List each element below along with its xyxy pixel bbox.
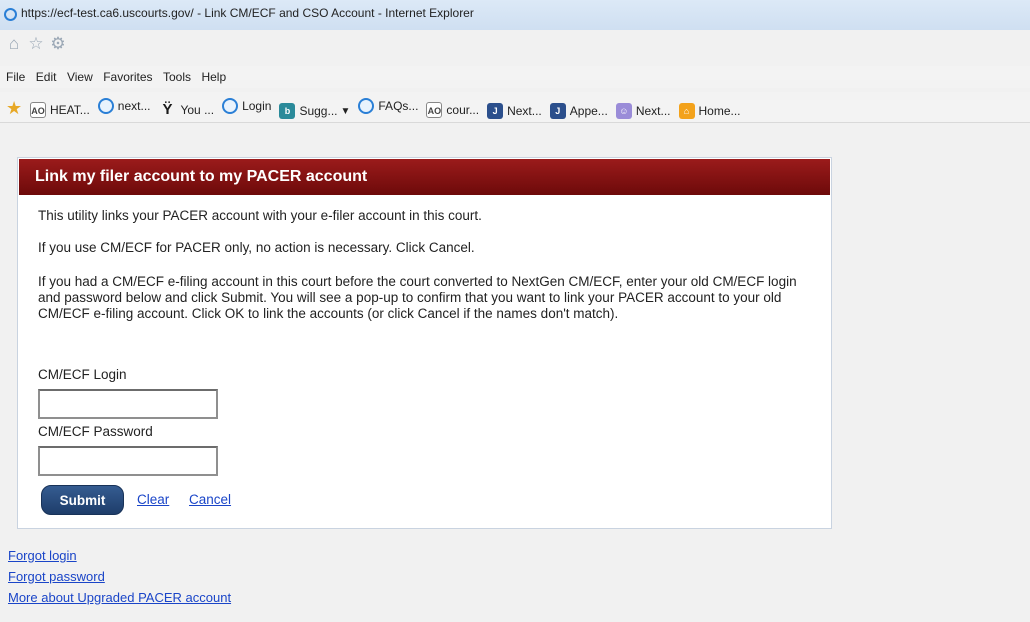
help-links: Forgot login Forgot password More about …: [8, 545, 231, 608]
login-input[interactable]: [38, 389, 218, 419]
menu-file[interactable]: File: [6, 66, 25, 88]
favorite-label: next...: [117, 99, 151, 113]
favorite-item[interactable]: next...: [97, 98, 151, 114]
clear-link[interactable]: Clear: [137, 492, 169, 507]
favorite-ie-icon: [97, 98, 114, 114]
favorite-item[interactable]: Login: [222, 98, 271, 114]
favorite-item[interactable]: J Appe...: [549, 103, 608, 119]
favorite-item[interactable]: FAQs...: [358, 98, 418, 114]
cancel-link[interactable]: Cancel: [189, 492, 231, 507]
favorite-face-icon: ☺: [615, 103, 632, 119]
favorite-item[interactable]: ☺ Next...: [615, 103, 671, 119]
panel-header: Link my filer account to my PACER accoun…: [19, 159, 830, 195]
submit-button[interactable]: Submit: [41, 485, 124, 515]
favorite-item[interactable]: AO HEAT...: [30, 102, 90, 118]
menu-view[interactable]: View: [67, 66, 93, 88]
password-label: CM/ECF Password: [38, 424, 153, 439]
instructions-text: If you had a CM/ECF e-filing account in …: [38, 274, 797, 321]
window-titlebar: https://ecf-test.ca6.uscourts.gov/ - Lin…: [0, 0, 1030, 30]
chevron-down-icon[interactable]: ▼: [340, 106, 350, 117]
menu-favorites[interactable]: Favorites: [103, 66, 152, 88]
favorite-ie-icon: [222, 98, 239, 114]
favorite-item[interactable]: ⌂ Home...: [678, 103, 741, 119]
password-input[interactable]: [38, 446, 218, 476]
favorite-label: Next...: [507, 104, 542, 118]
favorite-label: Sugg...: [299, 104, 338, 118]
forgot-login-link[interactable]: Forgot login: [8, 545, 231, 566]
link-account-panel: Link my filer account to my PACER accoun…: [17, 157, 832, 529]
favorite-y-icon: Ÿ: [162, 101, 173, 118]
favorite-label: You ...: [180, 103, 215, 117]
favorite-home-icon: ⌂: [678, 103, 695, 119]
favorite-label: Next...: [635, 104, 671, 118]
login-label: CM/ECF Login: [38, 367, 127, 382]
favorite-label: HEAT...: [50, 103, 90, 117]
panel-title: Link my filer account to my PACER accoun…: [35, 168, 368, 185]
forgot-password-link[interactable]: Forgot password: [8, 566, 231, 587]
more-about-pacer-link[interactable]: More about Upgraded PACER account: [8, 587, 231, 608]
favorite-item[interactable]: J Next...: [487, 103, 542, 119]
pacer-only-text: If you use CM/ECF for PACER only, no act…: [38, 240, 475, 255]
favorite-ie-icon: [358, 98, 375, 114]
star-icon[interactable]: ☆: [26, 34, 46, 54]
favorite-label: Login: [242, 99, 272, 113]
menu-help[interactable]: Help: [201, 66, 226, 88]
intro-text: This utility links your PACER account wi…: [38, 208, 482, 223]
favorites-star-icon[interactable]: ★: [6, 98, 22, 119]
favorite-label: Home...: [698, 104, 741, 118]
menu-tools[interactable]: Tools: [163, 66, 191, 88]
favorite-item[interactable]: Ÿ You ...: [158, 102, 214, 118]
window-title: https://ecf-test.ca6.uscourts.gov/ - Lin…: [21, 6, 474, 20]
menu-bar: File Edit View Favorites Tools Help: [0, 66, 1030, 88]
menu-edit[interactable]: Edit: [36, 66, 57, 88]
favorites-bar: ★ AO HEAT... next... Ÿ You ... Login b Sugg... ▼…: [0, 92, 1030, 123]
browser-toolbar: ⌂ ☆ ⚙: [4, 34, 70, 56]
favorite-j-icon: J: [487, 103, 504, 119]
favorite-item[interactable]: AO cour...: [426, 102, 479, 118]
favorite-b-icon: b: [279, 103, 296, 119]
favorite-item[interactable]: b Sugg... ▼: [279, 103, 350, 119]
favorites-list: AO HEAT... next... Ÿ You ... Login b Sugg... ▼ FA…: [30, 98, 749, 119]
favorite-label: FAQs...: [378, 99, 419, 113]
gear-icon[interactable]: ⚙: [48, 34, 68, 54]
favorite-ao-icon: AO: [30, 102, 46, 118]
home-icon[interactable]: ⌂: [4, 34, 24, 54]
favorite-label: cour...: [446, 103, 480, 117]
favorite-label: Appe...: [569, 104, 608, 118]
internet-explorer-icon: [4, 8, 17, 21]
favorite-j-icon: J: [549, 103, 566, 119]
favorite-ao-icon: AO: [426, 102, 443, 118]
